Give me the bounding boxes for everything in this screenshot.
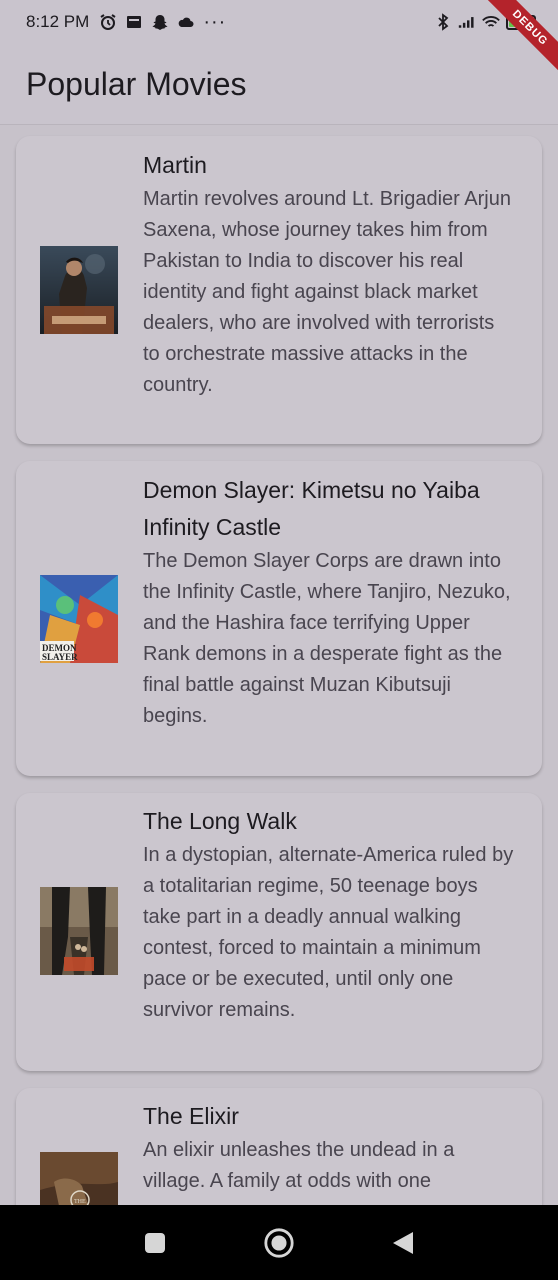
system-nav-bar bbox=[0, 1205, 558, 1280]
bluetooth-icon bbox=[434, 13, 452, 31]
movie-overview: The Demon Slayer Corps are drawn into th… bbox=[143, 550, 511, 727]
signal-icon bbox=[458, 13, 476, 31]
movie-title: The Long Walk bbox=[143, 808, 297, 834]
movie-poster bbox=[40, 246, 118, 334]
movie-title: Demon Slayer: Kimetsu no Yaiba Infinity … bbox=[143, 477, 480, 540]
movie-list[interactable]: Martin Martin revolves around Lt. Brigad… bbox=[0, 126, 558, 1205]
movie-card[interactable]: Martin Martin revolves around Lt. Brigad… bbox=[16, 136, 542, 444]
cloud-icon bbox=[177, 13, 195, 31]
triangle-back-icon bbox=[393, 1231, 413, 1254]
back-button[interactable] bbox=[387, 1227, 419, 1259]
circle-icon bbox=[264, 1227, 294, 1258]
page-title: Popular Movies bbox=[26, 65, 247, 102]
movie-title: The Elixir bbox=[143, 1103, 239, 1129]
snapchat-icon bbox=[151, 13, 169, 31]
recents-button[interactable] bbox=[139, 1227, 171, 1259]
movie-overview: An elixir unleashes the undead in a vill… bbox=[143, 1139, 455, 1192]
movie-poster: THE bbox=[40, 1152, 118, 1205]
alarm-icon bbox=[99, 13, 117, 31]
movie-title: Martin bbox=[143, 152, 207, 178]
movie-card[interactable]: THE The Elixir An elixir unleashes the u… bbox=[16, 1088, 542, 1205]
status-bar: 8:12 PM ··· 46 bbox=[0, 0, 558, 44]
movie-card[interactable]: DEMON SLAYER Demon Slayer: Kimetsu no Ya… bbox=[16, 461, 542, 776]
movie-overview: In a dystopian, alternate-America ruled … bbox=[143, 844, 514, 1021]
status-time: 8:12 PM bbox=[26, 12, 90, 31]
wifi-icon bbox=[482, 13, 500, 31]
movie-overview: Martin revolves around Lt. Brigadier Arj… bbox=[143, 188, 511, 396]
movie-poster: DEMON SLAYER bbox=[40, 575, 118, 663]
home-button[interactable] bbox=[263, 1227, 295, 1259]
square-icon bbox=[145, 1232, 165, 1253]
movie-poster bbox=[40, 887, 118, 975]
more-dots-icon: ··· bbox=[203, 10, 227, 33]
app-bar: Popular Movies bbox=[0, 44, 558, 125]
svg-text:SLAYER: SLAYER bbox=[42, 652, 78, 662]
movie-card[interactable]: The Long Walk In a dystopian, alternate-… bbox=[16, 793, 542, 1071]
news-icon bbox=[125, 13, 143, 31]
